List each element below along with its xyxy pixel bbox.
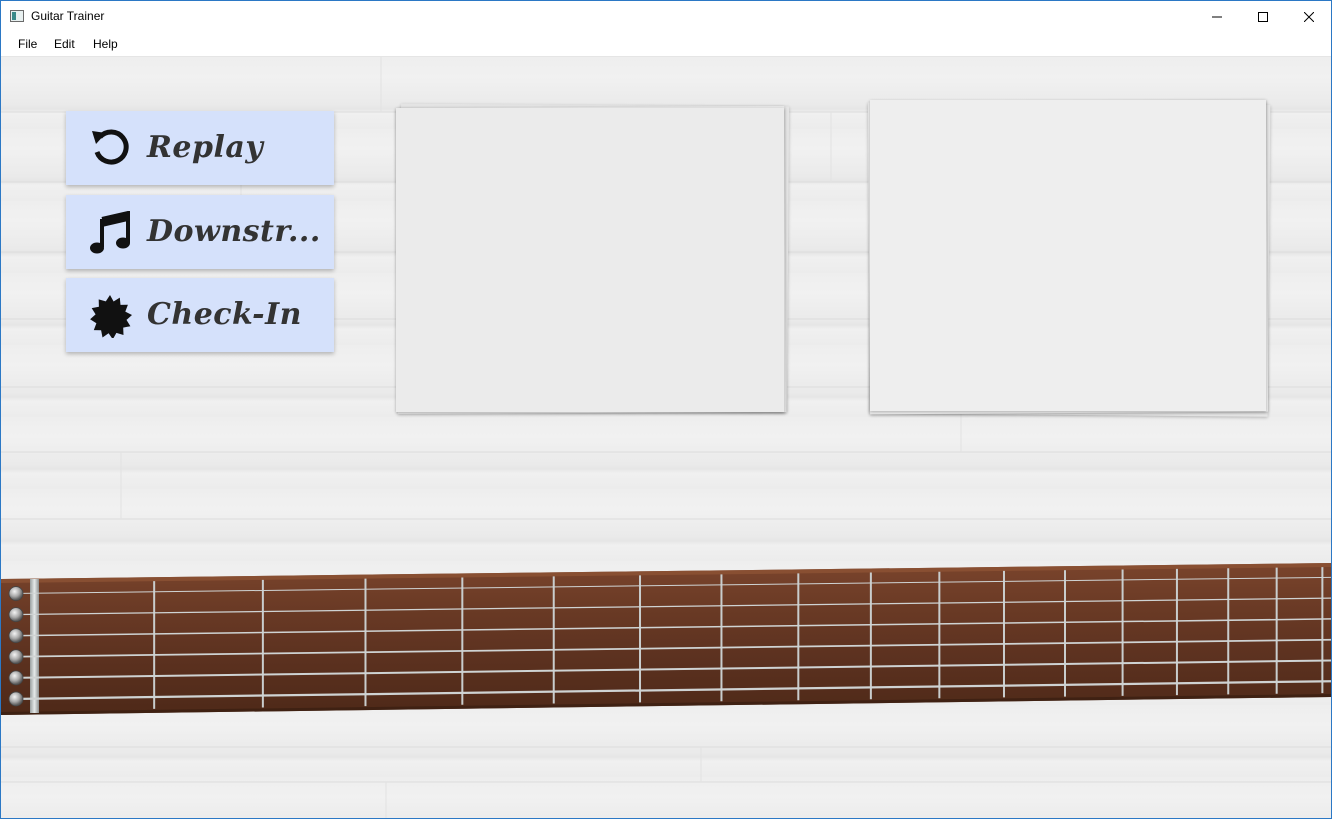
tuning-peg-icon [8, 670, 24, 686]
downstroke-label: Downstr... [147, 214, 321, 249]
fretboard[interactable] [1, 557, 1331, 727]
nut [30, 579, 39, 713]
tuning-peg-icon [8, 586, 24, 601]
menu-file[interactable]: File [18, 37, 37, 51]
minimize-icon [1212, 16, 1222, 17]
checkin-button[interactable]: Check-In [66, 278, 334, 352]
menu-edit[interactable]: Edit [54, 37, 75, 51]
tuning-peg-icon [8, 607, 24, 623]
badge-icon [90, 295, 132, 338]
replay-button[interactable]: Replay [66, 111, 334, 185]
left-card-stack[interactable] [394, 103, 790, 415]
app-window: Guitar Trainer File Edit Help Replay Dow… [0, 0, 1332, 819]
replay-icon [92, 129, 129, 165]
card-front [870, 100, 1266, 411]
downstroke-button[interactable]: Downstr... [66, 195, 334, 269]
app-icon [10, 10, 24, 22]
close-icon [1304, 11, 1314, 22]
tuning-peg-icon [8, 691, 24, 707]
maximize-button[interactable] [1240, 1, 1286, 32]
title-bar: Guitar Trainer [1, 1, 1331, 32]
checkin-label: Check-In [147, 297, 302, 332]
replay-label: Replay [147, 130, 264, 165]
tuning-peg-icon [8, 628, 24, 644]
close-button[interactable] [1286, 1, 1331, 32]
menu-help[interactable]: Help [93, 37, 118, 51]
right-card-stack[interactable] [867, 99, 1273, 419]
tuning-peg-icon [8, 649, 24, 665]
main-content: Replay Downstr... Check-In [1, 57, 1331, 818]
maximize-icon [1258, 11, 1268, 22]
minimize-button[interactable] [1194, 1, 1240, 32]
music-note-icon [90, 211, 130, 254]
card-front [396, 108, 784, 412]
menu-bar: File Edit Help [1, 32, 1331, 57]
window-title: Guitar Trainer [31, 9, 105, 23]
